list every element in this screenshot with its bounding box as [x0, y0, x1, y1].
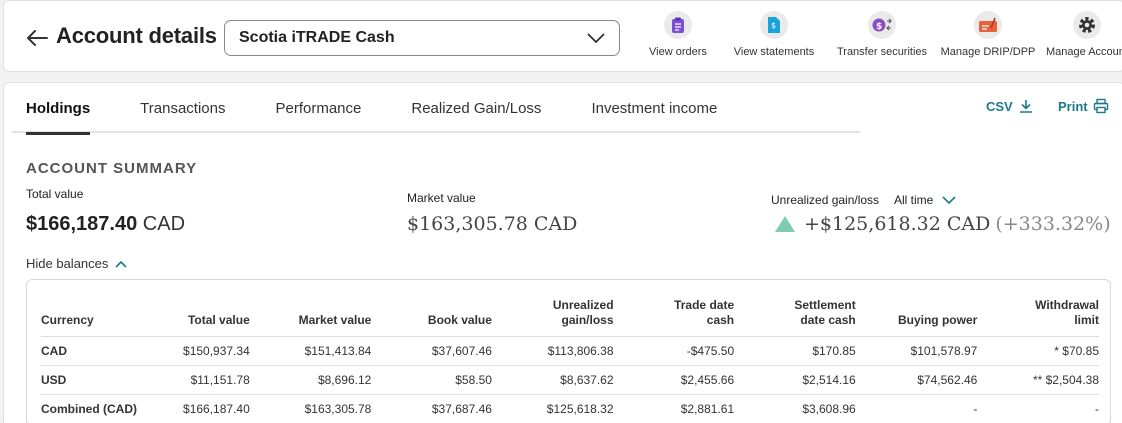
column-header: Settlement date cash [734, 288, 856, 337]
column-header: Total value [160, 288, 250, 337]
unrealized-gain-value: +$125,618.32 CAD [804, 213, 991, 235]
view-statements-button[interactable]: $ View statements [722, 11, 826, 58]
table-row: CAD $150,937.34 $151,413.84 $37,607.46 $… [41, 336, 1099, 366]
chevron-down-icon [587, 33, 605, 43]
market-value-label: Market value [407, 191, 476, 205]
transfer-icon: $ [868, 11, 896, 39]
statement-icon: $ [760, 11, 788, 39]
unrealized-gain-pct: (+333.32%) [995, 213, 1111, 235]
balances-table: Currency Total value Market value Book v… [41, 288, 1099, 423]
page-header: Account details Scotia iTRADE Cash View … [3, 0, 1122, 72]
manage-drip-button[interactable]: Manage DRIP/DPP [938, 11, 1038, 58]
total-value-amount: $166,187.40 [26, 213, 138, 235]
tab-transactions[interactable]: Transactions [140, 83, 225, 133]
market-value: $163,305.78 CAD [407, 213, 578, 235]
tab-realized-gain-loss[interactable]: Realized Gain/Loss [411, 83, 541, 133]
column-header: Trade date cash [613, 288, 735, 337]
chevron-down-icon [942, 196, 956, 204]
column-header: Buying power [855, 288, 978, 337]
column-header: Currency [41, 288, 161, 337]
total-value-currency: CAD [142, 213, 186, 235]
account-summary-heading: ACCOUNT SUMMARY [26, 160, 198, 177]
holdings-panel: Holdings Transactions Performance Realiz… [3, 82, 1122, 423]
svg-text:$: $ [771, 21, 776, 30]
gain-period-dropdown[interactable]: All time [894, 193, 956, 207]
tab-performance[interactable]: Performance [275, 83, 361, 133]
account-dropdown[interactable]: Scotia iTRADE Cash [224, 20, 620, 56]
view-orders-button[interactable]: View orders [644, 11, 712, 58]
page-title: Account details [56, 23, 217, 48]
print-button[interactable]: Print [1058, 98, 1109, 114]
total-value: $166,187.40 CAD [26, 213, 185, 236]
printer-icon [1093, 98, 1108, 114]
cheque-icon [974, 11, 1002, 39]
csv-button[interactable]: CSV [986, 98, 1034, 114]
table-row: Combined (CAD) $166,187.40 $163,305.78 $… [41, 401, 1099, 416]
svg-text:$: $ [876, 22, 882, 32]
tab-bar: Holdings Transactions Performance Realiz… [12, 83, 860, 135]
gear-icon [1073, 11, 1101, 39]
unrealized-gain-label: Unrealized gain/loss [771, 193, 880, 207]
unrealized-gain: +$125,618.32 CAD (+333.32%) [774, 213, 1111, 235]
total-value-label: Total value [26, 187, 84, 201]
column-header: Market value [249, 288, 372, 337]
account-dropdown-value: Scotia iTRADE Cash [239, 29, 395, 46]
column-header: Book value [371, 288, 492, 337]
arrow-left-icon [27, 30, 48, 46]
manage-account-button[interactable]: Manage Account [1042, 11, 1122, 58]
transfer-securities-button[interactable]: $ Transfer securities [832, 11, 932, 58]
table-header-row: Currency Total value Market value Book v… [41, 288, 1099, 337]
triangle-up-icon [775, 216, 795, 232]
column-header: Withdrawal limit [977, 288, 1099, 337]
header-actions: View orders $ View statements $ Transfer… [644, 11, 1122, 58]
column-header: Unrealized gain/loss [491, 288, 614, 337]
tab-investment-income[interactable]: Investment income [591, 83, 717, 133]
back-button[interactable] [24, 25, 50, 51]
table-row: USD $11,151.78 $8,696.12 $58.50 $8,637.6… [41, 365, 1099, 395]
hide-balances-toggle[interactable]: Hide balances [26, 256, 127, 271]
tab-holdings[interactable]: Holdings [26, 83, 91, 135]
download-icon [1019, 100, 1032, 113]
chevron-up-icon [115, 260, 127, 268]
clipboard-icon [664, 11, 692, 39]
balances-table-card: Currency Total value Market value Book v… [26, 279, 1111, 423]
